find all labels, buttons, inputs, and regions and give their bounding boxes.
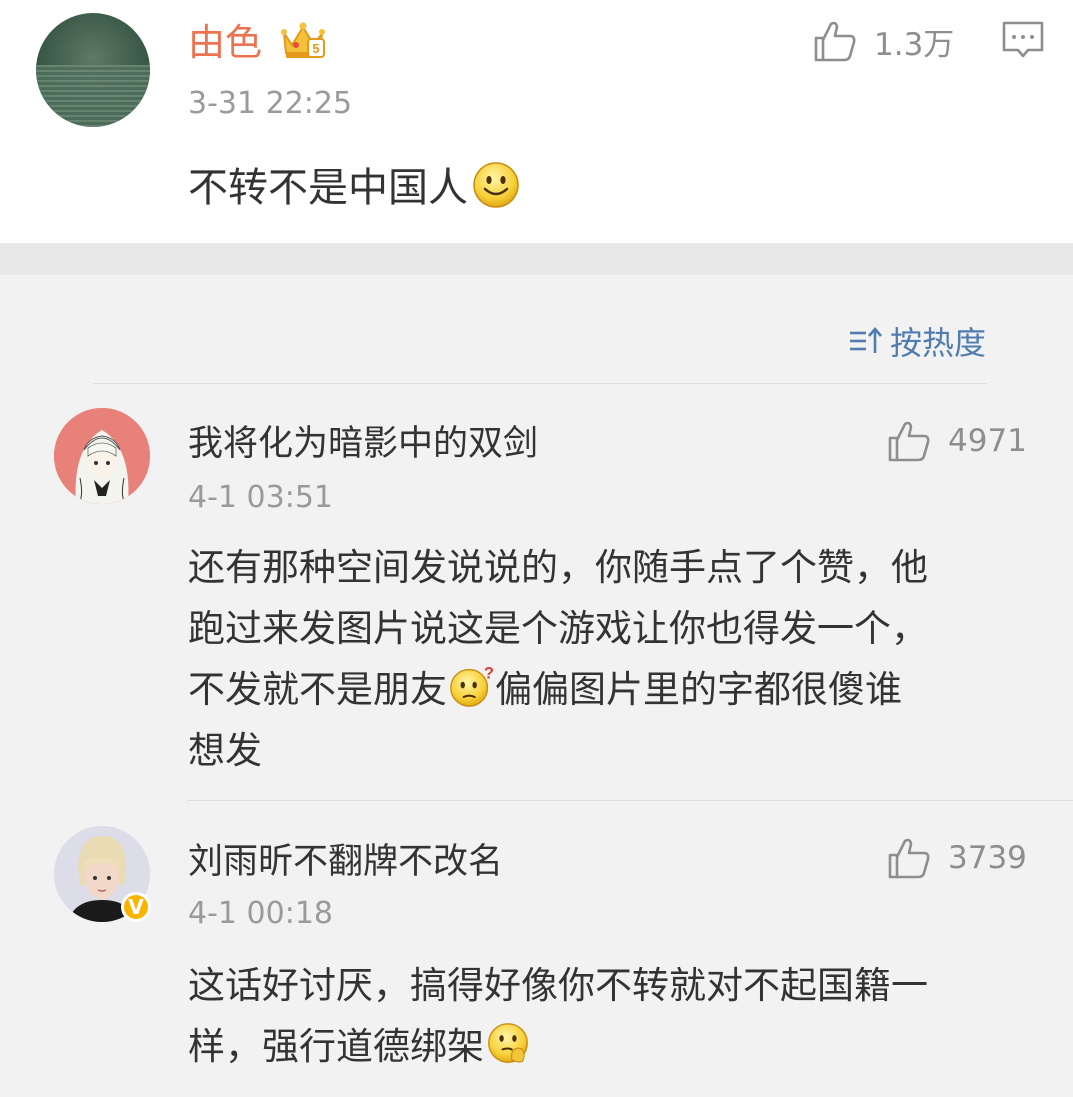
comment-like-count: 3739 (948, 840, 1027, 876)
verified-badge-icon: V (121, 892, 151, 922)
thumbs-up-icon (814, 21, 856, 62)
comment-avatar[interactable] (54, 408, 150, 504)
comment-time: 4-1 03:51 (188, 480, 333, 515)
sort-icon (849, 327, 882, 353)
vip-level: 5 (312, 41, 319, 56)
post-author-name[interactable]: 由色 (188, 18, 262, 68)
vip-crown-icon: 5 (281, 22, 325, 58)
comment-line: 这话好讨厌，搞得好像你不转就对不起国籍一 (188, 964, 928, 1007)
sort-label: 按热度 (889, 324, 986, 362)
comment-like-button[interactable]: 4971 (886, 418, 1027, 464)
comment-like-count: 4971 (948, 423, 1027, 459)
comment-icon[interactable] (1001, 20, 1045, 62)
confused-emoji-icon: ? (450, 665, 493, 707)
thumbs-up-icon (888, 838, 930, 879)
sort-by-hot-button[interactable]: 按热度 (848, 318, 986, 364)
comment-line: 还有那种空间发说说的，你随手点了个赞，他 (188, 546, 928, 589)
comment-line-with-emoji: 不发就不是朋友 ? 偏偏图片里的字都很傻谁 (188, 659, 1038, 720)
comment-text: 这话好讨厌，搞得好像你不转就对不起国籍一 样，强行道德绑架 (188, 955, 1038, 1077)
comment-line: 不发就不是朋友 (188, 668, 447, 711)
comment-time: 4-1 00:18 (188, 896, 333, 931)
post-like-count: 1.3万 (874, 26, 955, 63)
divider (187, 800, 1073, 801)
comment-text: 还有那种空间发说说的，你随手点了个赞，他 跑过来发图片说这是个游戏让你也得发一个… (188, 537, 1038, 781)
comment-line: 偏偏图片里的字都很傻谁 (495, 668, 902, 711)
smile-emoji-icon (473, 162, 519, 208)
comment-line-with-emoji: 样，强行道德绑架 (188, 1016, 1038, 1077)
post-author-avatar[interactable] (36, 13, 150, 127)
post-content-text: 不转不是中国人 (188, 165, 468, 211)
thinking-emoji-icon (488, 1023, 528, 1063)
anime-avatar-image (54, 408, 150, 504)
post-like-button[interactable]: 1.3万 (812, 18, 954, 64)
divider (93, 383, 987, 384)
comment-line: 想发 (188, 729, 262, 772)
comment-line: 跑过来发图片说这是个游戏让你也得发一个， (188, 607, 928, 650)
comment-line: 样，强行道德绑架 (188, 1025, 484, 1068)
post-content: 不转不是中国人 (188, 158, 520, 218)
svg-text:?: ? (484, 665, 493, 683)
avatar-image (36, 65, 150, 127)
thumbs-up-icon (888, 421, 930, 462)
comment-author-name[interactable]: 刘雨昕不翻牌不改名 (188, 833, 503, 884)
comment-author-name[interactable]: 我将化为暗影中的双剑 (188, 415, 538, 466)
comment-like-button[interactable]: 3739 (886, 835, 1027, 881)
post-time: 3-31 22:25 (188, 86, 353, 121)
section-gap (0, 243, 1073, 275)
